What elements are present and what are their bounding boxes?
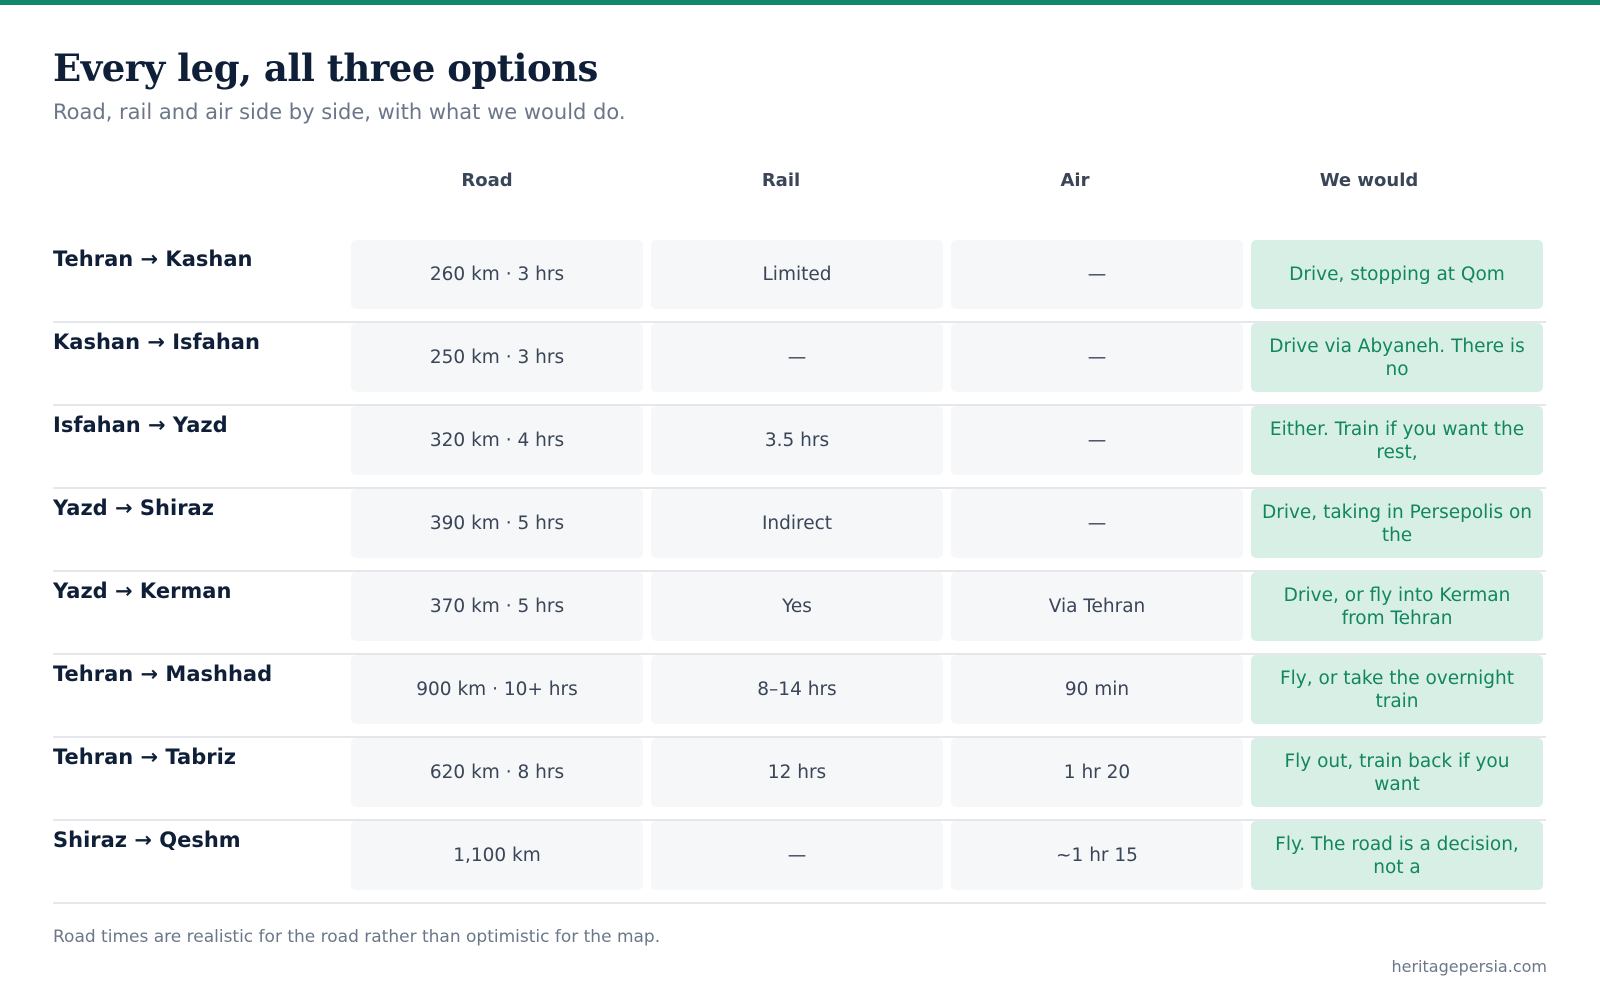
road-cell: 900 km · 10+ hrs — [351, 655, 643, 724]
column-header-rail: Rail — [761, 170, 801, 191]
rail-cell: 3.5 hrs — [651, 406, 943, 475]
route-label: Yazd → Kerman — [53, 579, 232, 603]
rail-cell: Limited — [651, 240, 943, 309]
air-cell: — — [951, 406, 1243, 475]
route-label: Tehran → Mashhad — [53, 662, 273, 686]
road-cell: 250 km · 3 hrs — [351, 323, 643, 392]
table-row: Tehran → Kashan 260 km · 3 hrs Limited —… — [53, 240, 1546, 323]
rail-cell: — — [651, 821, 943, 890]
rail-cell: 8–14 hrs — [651, 655, 943, 724]
recommendation-cell: Drive, stopping at Qom — [1251, 240, 1543, 309]
table-row: Yazd → Kerman 370 km · 5 hrs Yes Via Teh… — [53, 572, 1546, 655]
table-row: Tehran → Mashhad 900 km · 10+ hrs 8–14 h… — [53, 655, 1546, 738]
recommendation-cell: Fly out, train back if you want — [1251, 738, 1543, 807]
air-cell: — — [951, 489, 1243, 558]
route-label: Kashan → Isfahan — [53, 330, 260, 354]
road-cell: 320 km · 4 hrs — [351, 406, 643, 475]
route-label: Tehran → Tabriz — [53, 745, 237, 769]
table-header: Road Rail Air We would — [53, 170, 1546, 206]
source-credit: heritagepersia.com — [1391, 957, 1547, 976]
rail-cell: Yes — [651, 572, 943, 641]
air-cell: Via Tehran — [951, 572, 1243, 641]
recommendation-cell: Drive, or fly into Kerman from Tehran — [1251, 572, 1543, 641]
air-cell: 1 hr 20 — [951, 738, 1243, 807]
page-title: Every leg, all three options — [53, 46, 598, 90]
rail-cell: 12 hrs — [651, 738, 943, 807]
comparison-table: Tehran → Kashan 260 km · 3 hrs Limited —… — [53, 240, 1546, 904]
recommendation-cell: Fly. The road is a decision, not a — [1251, 821, 1543, 890]
rail-cell: — — [651, 323, 943, 392]
route-label: Isfahan → Yazd — [53, 413, 228, 437]
column-header-road: Road — [461, 170, 513, 191]
road-cell: 370 km · 5 hrs — [351, 572, 643, 641]
recommendation-cell: Drive via Abyaneh. There is no — [1251, 323, 1543, 392]
column-header-air: Air — [1060, 170, 1090, 191]
recommendation-cell: Drive, taking in Persepolis on the — [1251, 489, 1543, 558]
road-cell: 620 km · 8 hrs — [351, 738, 643, 807]
air-cell: — — [951, 240, 1243, 309]
route-label: Shiraz → Qeshm — [53, 828, 241, 852]
column-header-recommendation: We would — [1319, 170, 1419, 191]
road-cell: 260 km · 3 hrs — [351, 240, 643, 309]
accent-bar — [0, 0, 1600, 5]
air-cell: 90 min — [951, 655, 1243, 724]
rail-cell: Indirect — [651, 489, 943, 558]
route-label: Yazd → Shiraz — [53, 496, 214, 520]
table-row: Tehran → Tabriz 620 km · 8 hrs 12 hrs 1 … — [53, 738, 1546, 821]
air-cell: — — [951, 323, 1243, 392]
recommendation-cell: Fly, or take the overnight train — [1251, 655, 1543, 724]
table-row: Kashan → Isfahan 250 km · 3 hrs — — Driv… — [53, 323, 1546, 406]
table-row: Isfahan → Yazd 320 km · 4 hrs 3.5 hrs — … — [53, 406, 1546, 489]
route-label: Tehran → Kashan — [53, 247, 253, 271]
recommendation-cell: Either. Train if you want the rest, — [1251, 406, 1543, 475]
air-cell: ~1 hr 15 — [951, 821, 1243, 890]
road-cell: 390 km · 5 hrs — [351, 489, 643, 558]
page-subtitle: Road, rail and air side by side, with wh… — [53, 100, 626, 124]
table-row: Yazd → Shiraz 390 km · 5 hrs Indirect — … — [53, 489, 1546, 572]
road-cell: 1,100 km — [351, 821, 643, 890]
footnote: Road times are realistic for the road ra… — [53, 927, 661, 947]
table-row: Shiraz → Qeshm 1,100 km — ~1 hr 15 Fly. … — [53, 821, 1546, 904]
